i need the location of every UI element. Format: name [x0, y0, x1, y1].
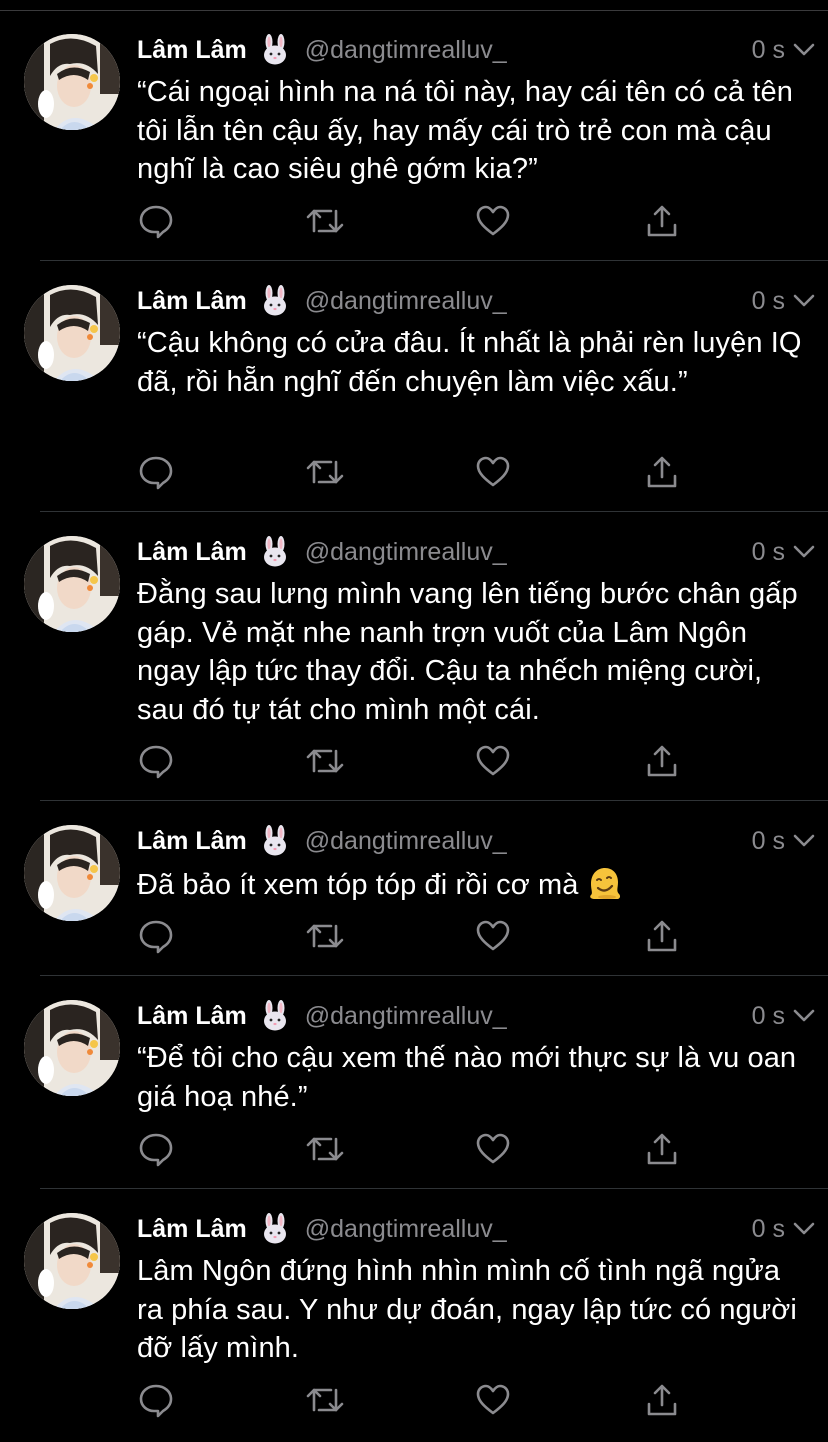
reply-icon: [139, 205, 173, 239]
author-name[interactable]: Lâm Lâm: [137, 1215, 247, 1244]
like-button[interactable]: [473, 1129, 513, 1169]
reply-button[interactable]: [136, 741, 176, 781]
share-icon: [647, 745, 677, 777]
tweet-text: “Để tôi cho cậu xem thế nào mới thực sự …: [137, 1042, 797, 1113]
like-button[interactable]: [473, 741, 513, 781]
avatar[interactable]: [24, 1213, 120, 1309]
tweet-text: Đằng sau lưng mình vang lên tiếng bước c…: [137, 578, 798, 726]
reply-icon: [139, 1133, 173, 1167]
author-name[interactable]: Lâm Lâm: [137, 36, 247, 65]
retweet-icon: [306, 1388, 344, 1412]
share-icon: [647, 920, 677, 952]
avatar[interactable]: [24, 1000, 120, 1096]
heart-icon: [476, 745, 510, 776]
retweet-icon: [306, 924, 344, 948]
tweet[interactable]: Lâm Lâm @dangtimrealluv_ 0 s Đã bảo ít x…: [0, 801, 828, 976]
heart-icon: [476, 456, 510, 487]
reply-icon: [139, 920, 173, 954]
reply-icon: [139, 1384, 173, 1418]
rabbit-face-icon: [259, 1213, 291, 1245]
heart-icon: [476, 1384, 510, 1415]
tweet-text: “Cái ngoại hình na ná tôi này, hay cái t…: [137, 76, 793, 185]
tweet[interactable]: Lâm Lâm @dangtimrealluv_ 0 s Lâm Ngôn đứ…: [0, 1189, 828, 1442]
share-button[interactable]: [642, 1380, 682, 1420]
reply-button[interactable]: [136, 452, 176, 492]
chevron-down-icon[interactable]: [791, 539, 817, 565]
chevron-down-icon[interactable]: [791, 1216, 817, 1242]
chevron-down-icon[interactable]: [791, 288, 817, 314]
author-handle[interactable]: @dangtimrealluv_: [305, 538, 507, 567]
timestamp: 0 s: [751, 1001, 785, 1030]
reply-button[interactable]: [136, 1129, 176, 1169]
timestamp: 0 s: [751, 826, 785, 855]
retweet-icon: [306, 460, 344, 484]
like-button[interactable]: [473, 916, 513, 956]
reply-button[interactable]: [136, 916, 176, 956]
retweet-button[interactable]: [305, 1380, 345, 1420]
author-handle[interactable]: @dangtimrealluv_: [305, 287, 507, 316]
like-button[interactable]: [473, 1380, 513, 1420]
author-name[interactable]: Lâm Lâm: [137, 1002, 247, 1031]
tweet[interactable]: Lâm Lâm @dangtimrealluv_ 0 s Đằng sau lư…: [0, 512, 828, 801]
rabbit-face-icon: [259, 536, 291, 568]
author-handle[interactable]: @dangtimrealluv_: [305, 1002, 507, 1031]
share-icon: [647, 456, 677, 488]
chevron-down-icon[interactable]: [791, 1003, 817, 1029]
retweet-icon: [306, 749, 344, 773]
retweet-icon: [306, 209, 344, 233]
share-icon: [647, 205, 677, 237]
share-button[interactable]: [642, 741, 682, 781]
tweet-text: Lâm Ngôn đứng hình nhìn mình cố tình ngã…: [137, 1255, 797, 1364]
tweet[interactable]: Lâm Lâm @dangtimrealluv_ 0 s “Để tôi cho…: [0, 976, 828, 1189]
timestamp: 0 s: [751, 35, 785, 64]
tweet[interactable]: Lâm Lâm @dangtimrealluv_ 0 s “Cái ngoại …: [0, 0, 828, 261]
heart-icon: [476, 920, 510, 951]
author-handle[interactable]: @dangtimrealluv_: [305, 827, 507, 856]
avatar[interactable]: [24, 825, 120, 921]
like-button[interactable]: [473, 452, 513, 492]
tweet-text: Đã bảo ít xem tóp tóp đi rồi cơ mà: [137, 869, 579, 901]
reply-icon: [139, 745, 173, 779]
timestamp: 0 s: [751, 537, 785, 566]
retweet-button[interactable]: [305, 1129, 345, 1169]
avatar[interactable]: [24, 536, 120, 632]
timestamp: 0 s: [751, 286, 785, 315]
tweet[interactable]: Lâm Lâm @dangtimrealluv_ 0 s “Cậu không …: [0, 261, 828, 512]
author-handle[interactable]: @dangtimrealluv_: [305, 36, 507, 65]
timestamp: 0 s: [751, 1214, 785, 1243]
reply-button[interactable]: [136, 1380, 176, 1420]
share-button[interactable]: [642, 201, 682, 241]
share-icon: [647, 1133, 677, 1165]
chevron-down-icon[interactable]: [791, 37, 817, 63]
avatar[interactable]: [24, 34, 120, 130]
retweet-button[interactable]: [305, 201, 345, 241]
tweet-text-container: Đã bảo ít xem tóp tóp đi rồi cơ mà: [137, 864, 807, 905]
author-name[interactable]: Lâm Lâm: [137, 538, 247, 567]
melting-face-icon: [585, 864, 623, 902]
avatar[interactable]: [24, 285, 120, 381]
reply-button[interactable]: [136, 201, 176, 241]
like-button[interactable]: [473, 201, 513, 241]
retweet-button[interactable]: [305, 916, 345, 956]
share-button[interactable]: [642, 916, 682, 956]
rabbit-face-icon: [259, 285, 291, 317]
author-name[interactable]: Lâm Lâm: [137, 287, 247, 316]
rabbit-face-icon: [259, 1000, 291, 1032]
share-icon: [647, 1384, 677, 1416]
rabbit-face-icon: [259, 825, 291, 857]
retweet-icon: [306, 1137, 344, 1161]
tweet-text: “Cậu không có cửa đâu. Ít nhất là phải r…: [137, 327, 802, 398]
chevron-down-icon[interactable]: [791, 828, 817, 854]
heart-icon: [476, 205, 510, 236]
author-name[interactable]: Lâm Lâm: [137, 827, 247, 856]
heart-icon: [476, 1133, 510, 1164]
retweet-button[interactable]: [305, 452, 345, 492]
author-handle[interactable]: @dangtimrealluv_: [305, 1215, 507, 1244]
retweet-button[interactable]: [305, 741, 345, 781]
share-button[interactable]: [642, 452, 682, 492]
rabbit-face-icon: [259, 34, 291, 66]
share-button[interactable]: [642, 1129, 682, 1169]
reply-icon: [139, 456, 173, 490]
